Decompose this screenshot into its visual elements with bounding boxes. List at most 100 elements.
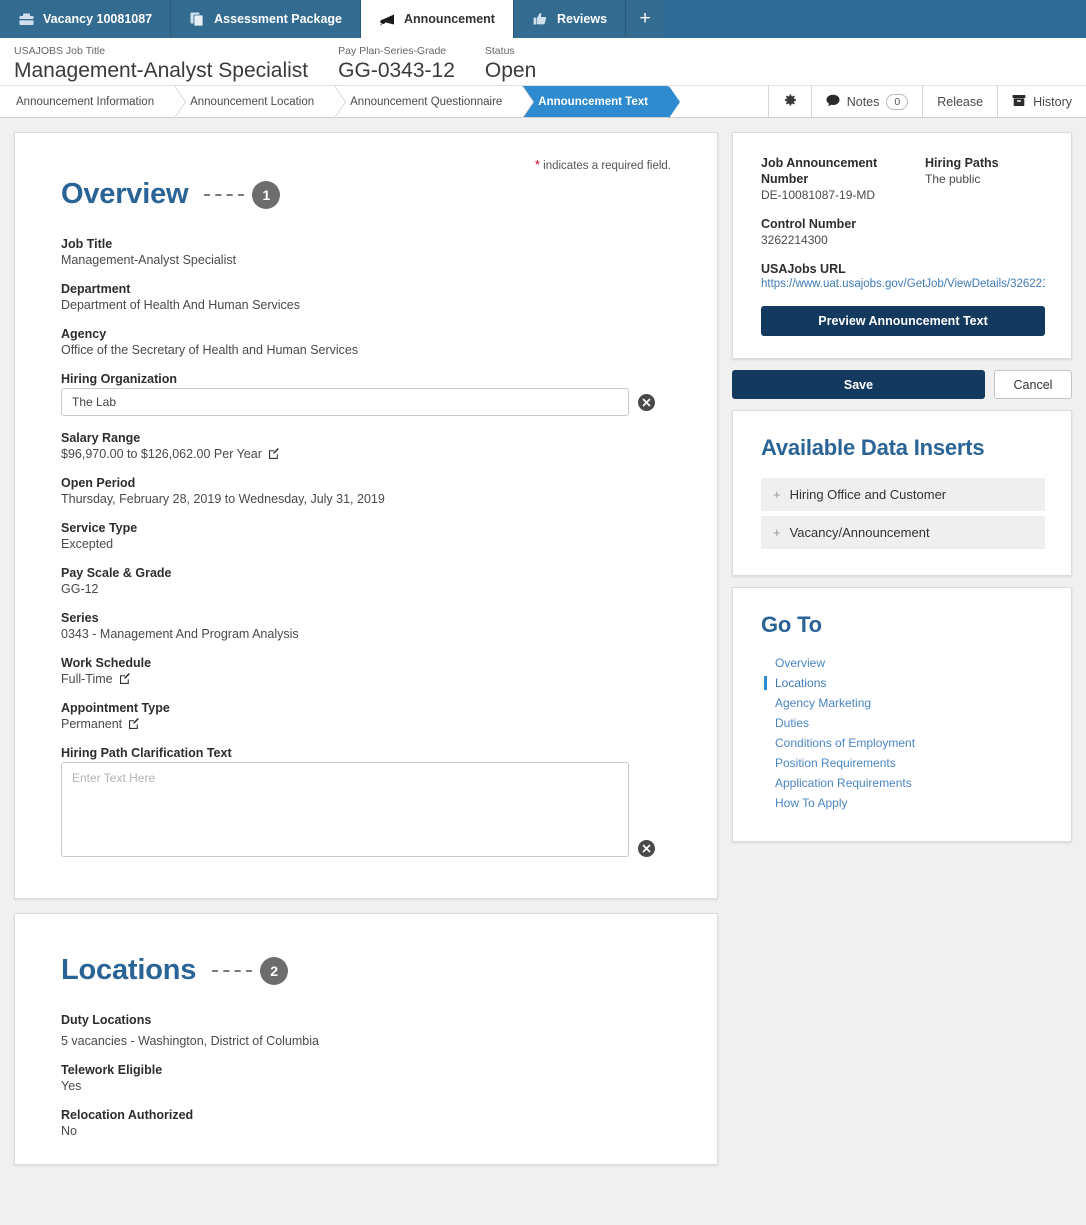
field-value: Permanent [61, 717, 123, 731]
field-series: Series 0343 - Management And Program Ana… [61, 611, 671, 641]
step-announcement-questionnaire[interactable]: Announcement Questionnaire [334, 86, 535, 118]
field-label: Series [61, 611, 99, 625]
tab-label: Assessment Package [214, 12, 342, 26]
go-to-how-to-apply[interactable]: How To Apply [775, 795, 1045, 811]
required-field-note: * indicates a required field. [61, 157, 671, 172]
workflow-steps-bar: Announcement Information Announcement Lo… [0, 86, 1086, 118]
field-label: Salary Range [61, 431, 141, 445]
control-number-block: Control Number 3262214300 [761, 216, 1045, 247]
save-button[interactable]: Save [732, 370, 985, 399]
field-value: 0343 - Management And Program Analysis [61, 627, 299, 641]
field-open-period: Open Period Thursday, February 28, 2019 … [61, 476, 671, 506]
go-to-list: Overview Locations Agency Marketing Duti… [761, 655, 1045, 811]
usajobs-url-block: USAJobs URL https://www.uat.usajobs.gov/… [761, 261, 1045, 290]
go-to-panel: Go To Overview Locations Agency Marketin… [732, 587, 1072, 842]
control-number-value: 3262214300 [761, 233, 828, 247]
field-label: Job Title [61, 237, 113, 251]
usajobs-url-link[interactable]: https://www.uat.usajobs.gov/GetJob/ViewD… [761, 278, 1045, 290]
edit-appointment-type-icon[interactable] [128, 718, 140, 730]
hiring-organization-input[interactable] [61, 388, 629, 416]
gear-icon [783, 93, 797, 110]
data-insert-hiring-office-and-customer[interactable]: + Hiring Office and Customer [761, 478, 1045, 511]
data-inserts-title: Available Data Inserts [761, 435, 985, 460]
tab-assessment-package[interactable]: Assessment Package [171, 0, 361, 38]
field-label: Hiring Organization [61, 372, 177, 386]
cancel-button[interactable]: Cancel [994, 370, 1072, 399]
edit-work-schedule-icon[interactable] [119, 673, 131, 685]
go-to-title: Go To [761, 612, 822, 637]
job-title-block: USAJOBS Job Title Management-Analyst Spe… [14, 45, 308, 84]
locations-title: Locations [61, 954, 197, 986]
go-to-overview[interactable]: Overview [775, 655, 1045, 671]
field-value: 5 vacancies - Washington, District of Co… [61, 1034, 319, 1048]
job-title-value: Management-Analyst Specialist [14, 59, 309, 82]
go-to-application-requirements[interactable]: Application Requirements [775, 775, 1045, 791]
main-content-column: * indicates a required field. Overview 1… [14, 132, 718, 1165]
go-to-duties[interactable]: Duties [775, 715, 1045, 731]
release-button[interactable]: Release [923, 86, 999, 117]
step-label: Announcement Information [16, 95, 155, 108]
browser-tab-bar: Vacancy 10081087 Assessment Package Anno… [0, 0, 1086, 38]
job-title-label: USAJOBS Job Title [14, 45, 106, 57]
field-value: Office of the Secretary of Health and Hu… [61, 343, 359, 357]
notes-button[interactable]: Notes 0 [812, 86, 924, 117]
data-insert-vacancy-announcement[interactable]: + Vacancy/Announcement [761, 516, 1045, 549]
history-label: History [1033, 94, 1072, 109]
plus-icon: + [773, 525, 781, 540]
section-number-badge: 1 [252, 180, 281, 209]
step-announcement-text[interactable]: Announcement Text [522, 86, 680, 118]
page-body: * indicates a required field. Overview 1… [0, 118, 1086, 1224]
pay-plan-label: Pay Plan-Series-Grade [338, 45, 447, 57]
pay-plan-block: Pay Plan-Series-Grade GG-0343-12 [338, 45, 455, 84]
field-label: Duty Locations [61, 1013, 152, 1027]
announcement-number-label: Job Announcement Number [761, 156, 878, 186]
field-agency: Agency Office of the Secretary of Health… [61, 327, 671, 357]
field-hiring-organization: Hiring Organization [61, 372, 671, 416]
go-to-agency-marketing[interactable]: Agency Marketing [775, 695, 1045, 711]
info-grid: Job Announcement Number DE-10081087-19-M… [761, 155, 1045, 202]
required-asterisk: * [534, 157, 540, 172]
field-pay-scale-grade: Pay Scale & Grade GG-12 [61, 566, 671, 596]
section-number-badge: 2 [260, 956, 289, 985]
field-label: Pay Scale & Grade [61, 566, 172, 580]
preview-announcement-text-button[interactable]: Preview Announcement Text [761, 306, 1045, 336]
go-to-position-requirements[interactable]: Position Requirements [775, 755, 1045, 771]
sidebar-column: Job Announcement Number DE-10081087-19-M… [732, 132, 1072, 842]
new-tab-button[interactable]: + [626, 0, 665, 38]
hiring-paths-value: The public [925, 172, 981, 186]
field-salary-range: Salary Range $96,970.00 to $126,062.00 P… [61, 431, 671, 461]
breadcrumb: Announcement Information Announcement Lo… [0, 86, 680, 118]
tab-announcement[interactable]: Announcement [361, 0, 514, 38]
clear-clarification-icon[interactable] [638, 840, 655, 857]
history-button[interactable]: History [998, 86, 1086, 117]
field-value: Full-Time [61, 672, 113, 686]
settings-button[interactable] [769, 86, 812, 117]
field-value-row: Full-Time [61, 672, 671, 686]
clear-hiring-organization-icon[interactable] [638, 393, 655, 411]
data-insert-label: Hiring Office and Customer [789, 487, 947, 502]
field-label: Telework Eligible [61, 1063, 163, 1077]
field-label: Relocation Authorized [61, 1108, 194, 1122]
step-announcement-location[interactable]: Announcement Location [174, 86, 347, 118]
dashed-connector [212, 969, 253, 972]
tab-reviews[interactable]: Reviews [513, 0, 627, 38]
field-appointment-type: Appointment Type Permanent [61, 701, 671, 731]
status-label: Status [484, 45, 515, 57]
go-to-locations[interactable]: Locations [764, 675, 1045, 691]
field-value: Thursday, February 28, 2019 to Wednesday… [61, 492, 385, 506]
hiring-organization-row [61, 388, 671, 416]
control-number-label: Control Number [761, 217, 857, 231]
field-value: Yes [61, 1079, 82, 1093]
field-service-type: Service Type Excepted [61, 521, 671, 551]
tab-vacancy[interactable]: Vacancy 10081087 [0, 0, 172, 38]
field-label: Department [61, 282, 131, 296]
field-duty-locations: Duty Locations 5 vacancies - Washington,… [61, 1013, 671, 1048]
edit-salary-range-icon[interactable] [268, 448, 280, 460]
go-to-conditions-of-employment[interactable]: Conditions of Employment [775, 735, 1045, 751]
briefcase-icon [18, 11, 34, 27]
step-announcement-information[interactable]: Announcement Information [0, 86, 187, 118]
hiring-path-clarification-textarea[interactable] [61, 762, 629, 857]
plus-icon: + [773, 487, 781, 502]
tab-label: Announcement [404, 12, 495, 26]
